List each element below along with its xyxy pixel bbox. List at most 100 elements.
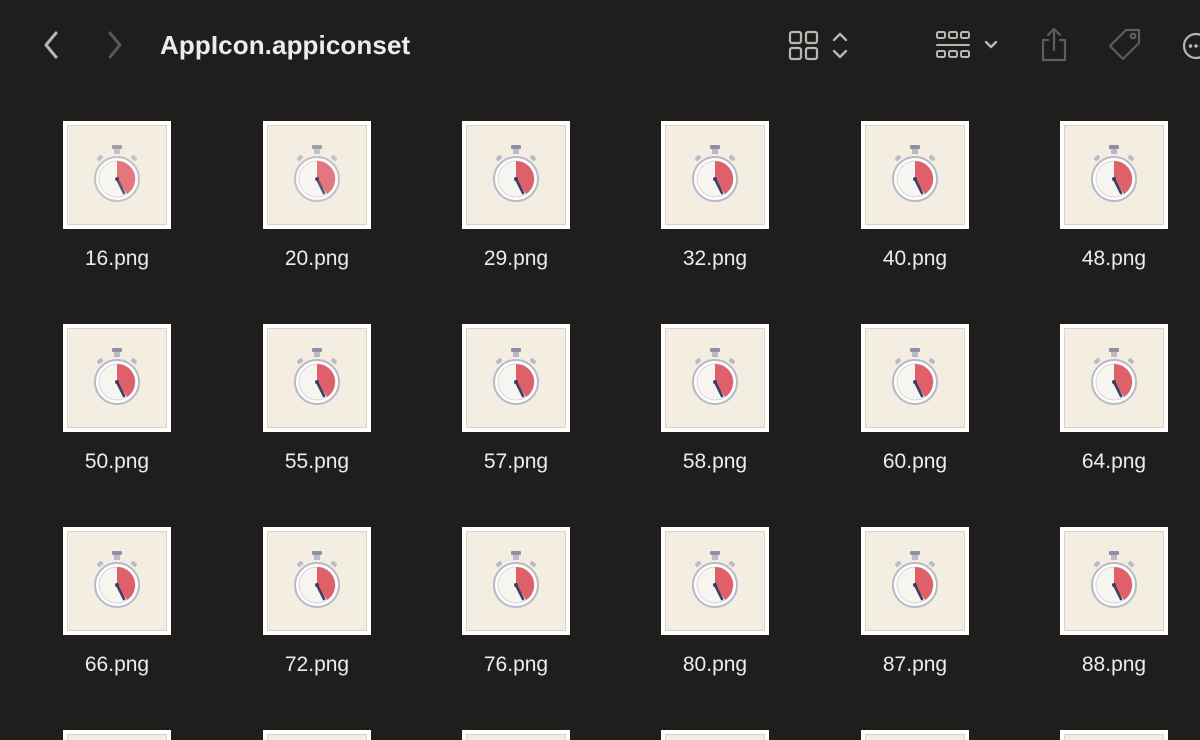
file-name[interactable]: 55.png (240, 450, 394, 474)
stopwatch-icon (294, 348, 340, 405)
thumbnail-image (466, 328, 566, 428)
file-item[interactable]: 32.png (638, 121, 798, 301)
file-name[interactable]: 29.png (439, 247, 593, 271)
file-item[interactable]: 16.png (40, 121, 200, 301)
finder-window: AppIcon.appiconset 16.png 20.png 29.png … (0, 0, 1200, 740)
stopwatch-icon (493, 348, 539, 405)
thumbnail-image (1064, 531, 1164, 631)
stopwatch-icon (892, 348, 938, 405)
file-item[interactable]: 66.png (40, 527, 200, 707)
file-thumbnail[interactable] (1060, 324, 1168, 432)
stopwatch-icon (493, 551, 539, 608)
stopwatch-icon (892, 551, 938, 608)
file-thumbnail[interactable] (263, 324, 371, 432)
file-thumbnail[interactable] (263, 730, 371, 740)
stopwatch-icon (892, 145, 938, 202)
thumbnail-image (466, 531, 566, 631)
file-item-partial[interactable] (240, 730, 400, 740)
thumbnail-image (865, 734, 965, 740)
file-thumbnail[interactable] (861, 324, 969, 432)
file-name[interactable]: 66.png (40, 653, 194, 677)
file-thumbnail[interactable] (1060, 730, 1168, 740)
file-item[interactable]: 80.png (638, 527, 798, 707)
stopwatch-icon (294, 551, 340, 608)
file-grid: 16.png 20.png 29.png 32.png 40.png 48.png 50.p… (0, 0, 1200, 740)
file-thumbnail[interactable] (661, 121, 769, 229)
file-name[interactable]: 57.png (439, 450, 593, 474)
file-thumbnail[interactable] (462, 527, 570, 635)
file-name[interactable]: 50.png (40, 450, 194, 474)
thumbnail-image (267, 125, 367, 225)
file-item[interactable]: 48.png (1037, 121, 1197, 301)
file-item-partial[interactable] (1037, 730, 1197, 740)
file-name[interactable]: 60.png (838, 450, 992, 474)
file-name[interactable]: 87.png (838, 653, 992, 677)
file-item-partial[interactable] (638, 730, 798, 740)
thumbnail-image (67, 531, 167, 631)
thumbnail-image (267, 531, 367, 631)
file-name[interactable]: 76.png (439, 653, 593, 677)
file-thumbnail[interactable] (661, 324, 769, 432)
thumbnail-image (67, 328, 167, 428)
file-item[interactable]: 60.png (838, 324, 998, 504)
stopwatch-icon (1091, 551, 1137, 608)
file-thumbnail[interactable] (661, 527, 769, 635)
thumbnail-image (67, 125, 167, 225)
file-thumbnail[interactable] (263, 527, 371, 635)
file-item[interactable]: 50.png (40, 324, 200, 504)
file-thumbnail[interactable] (63, 121, 171, 229)
stopwatch-icon (1091, 145, 1137, 202)
thumbnail-image (665, 734, 765, 740)
file-item-partial[interactable] (838, 730, 998, 740)
thumbnail-image (1064, 328, 1164, 428)
file-thumbnail[interactable] (861, 121, 969, 229)
file-item[interactable]: 76.png (439, 527, 599, 707)
stopwatch-icon (692, 551, 738, 608)
file-item[interactable]: 64.png (1037, 324, 1197, 504)
file-name[interactable]: 80.png (638, 653, 792, 677)
file-name[interactable]: 58.png (638, 450, 792, 474)
file-item[interactable]: 88.png (1037, 527, 1197, 707)
file-thumbnail[interactable] (263, 121, 371, 229)
file-name[interactable]: 72.png (240, 653, 394, 677)
file-thumbnail[interactable] (462, 121, 570, 229)
file-item-partial[interactable] (439, 730, 599, 740)
file-item[interactable]: 55.png (240, 324, 400, 504)
file-name[interactable]: 88.png (1037, 653, 1191, 677)
file-name[interactable]: 40.png (838, 247, 992, 271)
file-thumbnail[interactable] (661, 730, 769, 740)
file-item[interactable]: 29.png (439, 121, 599, 301)
file-name[interactable]: 16.png (40, 247, 194, 271)
file-thumbnail[interactable] (1060, 527, 1168, 635)
file-thumbnail[interactable] (63, 730, 171, 740)
file-item[interactable]: 40.png (838, 121, 998, 301)
file-thumbnail[interactable] (63, 527, 171, 635)
thumbnail-image (466, 125, 566, 225)
thumbnail-image (267, 734, 367, 740)
stopwatch-icon (94, 348, 140, 405)
file-thumbnail[interactable] (861, 527, 969, 635)
stopwatch-icon (94, 551, 140, 608)
file-item[interactable]: 58.png (638, 324, 798, 504)
file-item[interactable]: 72.png (240, 527, 400, 707)
file-item-partial[interactable] (40, 730, 200, 740)
file-item[interactable]: 57.png (439, 324, 599, 504)
stopwatch-icon (692, 145, 738, 202)
file-thumbnail[interactable] (462, 730, 570, 740)
file-name[interactable]: 32.png (638, 247, 792, 271)
thumbnail-image (67, 734, 167, 740)
file-name[interactable]: 48.png (1037, 247, 1191, 271)
file-name[interactable]: 20.png (240, 247, 394, 271)
file-item[interactable]: 87.png (838, 527, 998, 707)
file-thumbnail[interactable] (1060, 121, 1168, 229)
file-item[interactable]: 20.png (240, 121, 400, 301)
thumbnail-image (665, 125, 765, 225)
stopwatch-icon (692, 348, 738, 405)
file-name[interactable]: 64.png (1037, 450, 1191, 474)
stopwatch-icon (94, 145, 140, 202)
thumbnail-image (1064, 125, 1164, 225)
file-thumbnail[interactable] (861, 730, 969, 740)
file-thumbnail[interactable] (63, 324, 171, 432)
thumbnail-image (865, 531, 965, 631)
file-thumbnail[interactable] (462, 324, 570, 432)
